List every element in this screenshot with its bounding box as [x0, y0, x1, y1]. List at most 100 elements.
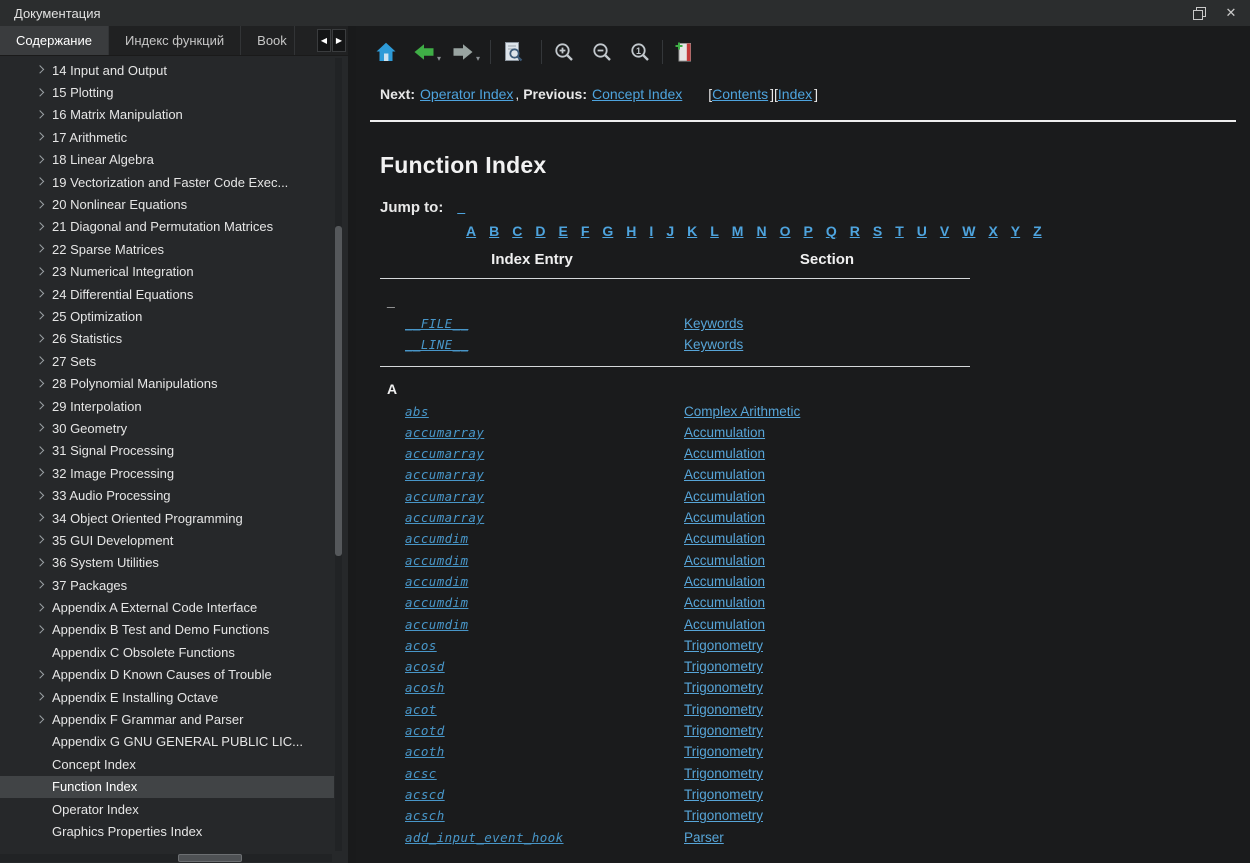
expand-chevron-icon[interactable]	[34, 261, 48, 283]
jump-letter-link[interactable]: V	[940, 223, 949, 239]
expand-chevron-icon[interactable]	[34, 350, 48, 372]
jump-letter-link[interactable]: C	[512, 223, 522, 239]
sidebar-vertical-scrollbar[interactable]	[335, 58, 342, 851]
zoom-in-button[interactable]	[552, 40, 576, 64]
sidebar-item[interactable]: Concept Index	[0, 753, 334, 775]
sidebar-item[interactable]: Appendix A External Code Interface	[0, 596, 334, 618]
sidebar-item[interactable]: Appendix D Known Causes of Trouble	[0, 664, 334, 686]
section-link[interactable]: Accumulation	[684, 595, 765, 610]
next-link[interactable]: Operator Index	[420, 86, 513, 102]
section-link[interactable]: Accumulation	[684, 617, 765, 632]
jump-letter-link[interactable]: S	[873, 223, 882, 239]
jump-letter-link[interactable]: T	[895, 223, 904, 239]
section-link[interactable]: Trigonometry	[684, 659, 763, 674]
sidebar-horizontal-scrollbar[interactable]	[0, 854, 332, 862]
jump-letter-link[interactable]: B	[489, 223, 499, 239]
tab-bookmarks[interactable]: Book	[241, 26, 295, 55]
expand-chevron-icon[interactable]	[34, 596, 48, 618]
expand-chevron-icon[interactable]	[34, 126, 48, 148]
section-link[interactable]: Accumulation	[684, 425, 765, 440]
function-entry-link[interactable]: __LINE__	[405, 337, 468, 352]
section-link[interactable]: Keywords	[684, 337, 743, 352]
expand-chevron-icon[interactable]	[34, 395, 48, 417]
function-entry-link[interactable]: abs	[405, 404, 429, 419]
function-entry-link[interactable]: acosh	[405, 680, 445, 695]
function-entry-link[interactable]: acoth	[405, 744, 445, 759]
section-link[interactable]: Accumulation	[684, 510, 765, 525]
expand-chevron-icon[interactable]	[34, 574, 48, 596]
function-entry-link[interactable]: accumarray	[405, 425, 484, 440]
sidebar-item[interactable]: 33 Audio Processing	[0, 484, 334, 506]
close-button[interactable]: ✕	[1222, 5, 1240, 21]
section-link[interactable]: Trigonometry	[684, 723, 763, 738]
sidebar-item[interactable]: 35 GUI Development	[0, 529, 334, 551]
expand-chevron-icon[interactable]	[34, 104, 48, 126]
expand-chevron-icon[interactable]	[34, 686, 48, 708]
jump-letter-link[interactable]: F	[581, 223, 590, 239]
sidebar-item[interactable]: 21 Diagonal and Permutation Matrices	[0, 216, 334, 238]
jump-letter-link[interactable]: W	[962, 223, 975, 239]
function-entry-link[interactable]: accumdim	[405, 553, 468, 568]
sidebar-item[interactable]: 30 Geometry	[0, 417, 334, 439]
jump-letter-link[interactable]: G	[602, 223, 613, 239]
find-in-page-button[interactable]	[501, 40, 525, 64]
section-link[interactable]: Accumulation	[684, 446, 765, 461]
sidebar-item[interactable]: 22 Sparse Matrices	[0, 238, 334, 260]
function-entry-link[interactable]: accumarray	[405, 467, 484, 482]
sidebar-item[interactable]: Appendix B Test and Demo Functions	[0, 619, 334, 641]
zoom-out-button[interactable]	[590, 40, 614, 64]
sidebar-item[interactable]: 15 Plotting	[0, 81, 334, 103]
sidebar-item[interactable]: 14 Input and Output	[0, 59, 334, 81]
expand-chevron-icon[interactable]	[34, 552, 48, 574]
jump-letter-link[interactable]: A	[466, 223, 476, 239]
sidebar-item[interactable]: Operator Index	[0, 798, 334, 820]
zoom-original-button[interactable]: 1	[628, 40, 652, 64]
section-link[interactable]: Accumulation	[684, 531, 765, 546]
expand-chevron-icon[interactable]	[34, 216, 48, 238]
function-entry-link[interactable]: accumarray	[405, 510, 484, 525]
sidebar-item[interactable]: Function Index	[0, 776, 334, 798]
function-entry-link[interactable]: add_input_event_hook	[405, 830, 564, 845]
section-link[interactable]: Trigonometry	[684, 744, 763, 759]
sidebar-item[interactable]: 17 Arithmetic	[0, 126, 334, 148]
function-entry-link[interactable]: __FILE__	[405, 316, 468, 331]
section-link[interactable]: Complex Arithmetic	[684, 404, 800, 419]
sidebar-item[interactable]: 27 Sets	[0, 350, 334, 372]
expand-chevron-icon[interactable]	[34, 372, 48, 394]
expand-chevron-icon[interactable]	[34, 619, 48, 641]
expand-chevron-icon[interactable]	[34, 484, 48, 506]
expand-chevron-icon[interactable]	[34, 417, 48, 439]
sidebar-item[interactable]: 25 Optimization	[0, 305, 334, 327]
jump-letter-link[interactable]: E	[559, 223, 568, 239]
expand-chevron-icon[interactable]	[34, 149, 48, 171]
previous-link[interactable]: Concept Index	[592, 86, 682, 102]
index-link[interactable]: Index	[778, 86, 812, 102]
contents-link[interactable]: Contents	[712, 86, 768, 102]
jump-letter-link[interactable]: Y	[1011, 223, 1020, 239]
expand-chevron-icon[interactable]	[34, 507, 48, 529]
home-button[interactable]	[374, 40, 398, 64]
section-link[interactable]: Accumulation	[684, 489, 765, 504]
function-entry-link[interactable]: acot	[405, 702, 437, 717]
jump-letter-link[interactable]: L	[710, 223, 719, 239]
function-entry-link[interactable]: acos	[405, 638, 437, 653]
function-entry-link[interactable]: acotd	[405, 723, 445, 738]
section-link[interactable]: Trigonometry	[684, 766, 763, 781]
function-entry-link[interactable]: accumdim	[405, 531, 468, 546]
section-link[interactable]: Trigonometry	[684, 808, 763, 823]
expand-chevron-icon[interactable]	[34, 440, 48, 462]
section-link[interactable]: Trigonometry	[684, 680, 763, 695]
function-entry-link[interactable]: accumdim	[405, 574, 468, 589]
tab-function-index[interactable]: Индекс функций	[109, 26, 241, 55]
sidebar-item[interactable]: 37 Packages	[0, 574, 334, 596]
function-entry-link[interactable]: acscd	[405, 787, 445, 802]
jump-letter-link[interactable]: H	[626, 223, 636, 239]
expand-chevron-icon[interactable]	[34, 529, 48, 551]
section-link[interactable]: Trigonometry	[684, 702, 763, 717]
sidebar-item[interactable]: 16 Matrix Manipulation	[0, 104, 334, 126]
function-entry-link[interactable]: accumarray	[405, 446, 484, 461]
jump-letter-link[interactable]: Z	[1033, 223, 1042, 239]
forward-button[interactable]: ▾	[451, 40, 480, 64]
expand-chevron-icon[interactable]	[34, 708, 48, 730]
sidebar-item[interactable]: Appendix G GNU GENERAL PUBLIC LIC...	[0, 731, 334, 753]
